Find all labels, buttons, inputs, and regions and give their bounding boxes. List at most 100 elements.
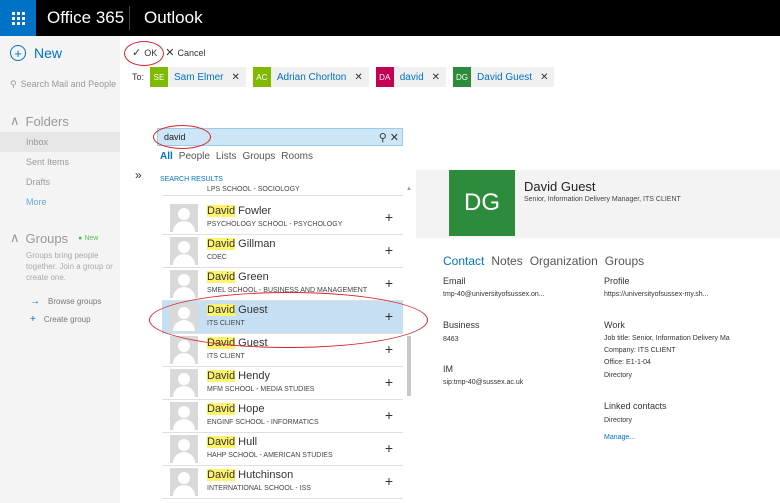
arrow-right-icon: →	[30, 296, 40, 307]
to-label: To:	[132, 72, 145, 82]
email-value[interactable]: tmp-40@universityofsussex.on...	[443, 291, 545, 298]
manage-link[interactable]: Manage...	[604, 434, 635, 441]
left-nav: + New ⚲ Search Mail and People ∧ Folders…	[0, 36, 120, 503]
add-recipient-icon[interactable]: +	[385, 407, 393, 423]
result-subtitle: CDEC	[207, 254, 227, 261]
filter-all[interactable]: All	[160, 151, 173, 162]
tab-groups[interactable]: Groups	[605, 254, 644, 268]
profile-value[interactable]: https://universityofsussex-my.sh...	[604, 291, 709, 298]
result-subtitle: LPS SCHOOL - SOCIOLOGY	[207, 186, 300, 193]
tab-organization[interactable]: Organization	[530, 254, 598, 268]
list-item[interactable]: David Fowler PSYCHOLOGY SCHOOL - PSYCHOL…	[162, 202, 403, 235]
remove-recipient-icon[interactable]: ✕	[231, 72, 239, 83]
result-name: David Hope	[207, 403, 265, 415]
work-office: Office: E1-1-04	[604, 359, 651, 366]
search-placeholder: Search Mail and People	[20, 79, 117, 89]
list-item[interactable]: David Hull HAHP SCHOOL - AMERICAN STUDIE…	[162, 433, 403, 466]
clear-search-icon[interactable]: ✕	[390, 131, 399, 144]
search-icon[interactable]: ⚲	[379, 131, 387, 144]
folders-label: Folders	[25, 113, 69, 129]
chevron-up-icon: ∧	[10, 230, 20, 245]
divider	[129, 6, 130, 30]
annotation-oval	[149, 292, 428, 348]
recipient-initials: DG	[453, 67, 472, 87]
groups-section[interactable]: ∧ Groups ● New	[10, 230, 98, 246]
folders-section[interactable]: ∧ Folders	[10, 113, 69, 129]
im-value: sip:tmp-40@sussex.ac.uk	[443, 379, 524, 386]
result-name: David Green	[207, 271, 269, 283]
list-item[interactable]: David Hutchinson INTERNATIONAL SCHOOL - …	[162, 466, 403, 499]
profile-label: Profile	[604, 276, 630, 286]
app-title[interactable]: Outlook	[144, 8, 203, 28]
scroll-thumb[interactable]	[407, 336, 411, 396]
filter-lists[interactable]: Lists	[216, 151, 237, 162]
recipient-name: Sam Elmer	[174, 71, 224, 83]
work-label: Work	[604, 320, 625, 330]
email-label: Email	[443, 276, 466, 286]
list-item[interactable]: LPS SCHOOL - SOCIOLOGY	[162, 184, 403, 196]
remove-recipient-icon[interactable]: ✕	[354, 72, 362, 83]
recipient-chip[interactable]: SE Sam Elmer ✕	[150, 67, 246, 87]
folder-inbox[interactable]: Inbox	[0, 132, 120, 152]
chevron-up-icon: ∧	[10, 113, 20, 128]
business-label: Business	[443, 320, 480, 330]
add-recipient-icon[interactable]: +	[385, 341, 393, 357]
list-item[interactable]: David Hendy MFM SCHOOL - MEDIA STUDIES +	[162, 367, 403, 400]
collapse-panel-icon[interactable]: »	[135, 168, 142, 182]
avatar	[170, 402, 198, 430]
add-recipient-icon[interactable]: +	[385, 473, 393, 489]
recipient-chip[interactable]: DG David Guest ✕	[453, 67, 555, 87]
create-group-link[interactable]: + Create group	[30, 314, 91, 325]
search-filters: All People Lists Groups Rooms	[160, 151, 313, 162]
contact-tabs: Contact Notes Organization Groups	[443, 254, 644, 268]
add-recipient-icon[interactable]: +	[385, 374, 393, 390]
result-name: David Hendy	[207, 370, 270, 382]
add-recipient-icon[interactable]: +	[385, 440, 393, 456]
recipient-initials: DA	[375, 67, 394, 87]
folders-more-link[interactable]: More	[0, 192, 120, 212]
filter-rooms[interactable]: Rooms	[281, 151, 313, 162]
scroll-up-icon[interactable]: ▲	[406, 186, 412, 192]
top-bar: Office 365 Outlook	[0, 0, 780, 36]
result-name: David Hutchinson	[207, 469, 294, 481]
result-subtitle: PSYCHOLOGY SCHOOL - PSYCHOLOGY	[207, 221, 343, 228]
result-subtitle: ITS CLIENT	[207, 353, 245, 360]
app-launcher-icon[interactable]	[0, 0, 36, 36]
groups-description: Groups bring people together. Join a gro…	[26, 251, 113, 282]
recipient-initials: AC	[252, 67, 271, 87]
recipient-name: David Guest	[477, 71, 533, 83]
new-button[interactable]: + New	[10, 45, 62, 61]
business-value: 8463	[443, 336, 459, 343]
folder-sent-items[interactable]: Sent Items	[0, 152, 120, 172]
result-subtitle: HAHP SCHOOL - AMERICAN STUDIES	[207, 452, 333, 459]
recipient-chip[interactable]: AC Adrian Chorlton ✕	[252, 67, 369, 87]
folder-drafts[interactable]: Drafts	[0, 172, 120, 192]
add-recipient-icon[interactable]: +	[385, 209, 393, 225]
filter-groups[interactable]: Groups	[242, 151, 275, 162]
search-icon: ⚲	[10, 78, 17, 89]
contact-name: David Guest	[524, 179, 596, 194]
linked-contacts-label: Linked contacts	[604, 401, 667, 411]
search-mail-input[interactable]: ⚲ Search Mail and People	[10, 74, 118, 94]
work-directory: Directory	[604, 372, 633, 379]
add-recipient-icon[interactable]: +	[385, 275, 393, 291]
tab-contact[interactable]: Contact	[443, 254, 484, 268]
browse-groups-link[interactable]: → Browse groups	[30, 296, 101, 307]
remove-recipient-icon[interactable]: ✕	[432, 72, 440, 83]
cancel-button[interactable]: ✕ Cancel	[165, 46, 205, 59]
tab-notes[interactable]: Notes	[491, 254, 522, 268]
avatar	[170, 270, 198, 298]
to-field[interactable]: To: SE Sam Elmer ✕ AC Adrian Chorlton ✕ …	[132, 67, 561, 87]
list-item[interactable]: David Hope ENGINF SCHOOL - INFORMATICS +	[162, 400, 403, 433]
add-recipient-icon[interactable]: +	[385, 242, 393, 258]
results-scrollbar[interactable]: ▲	[406, 186, 412, 503]
result-name: David Hull	[207, 436, 258, 448]
filter-people[interactable]: People	[179, 151, 210, 162]
list-item[interactable]: David Gillman CDEC +	[162, 235, 403, 268]
result-subtitle: MFM SCHOOL - MEDIA STUDIES	[207, 386, 315, 393]
recipient-chip[interactable]: DA david ✕	[375, 67, 447, 87]
remove-recipient-icon[interactable]: ✕	[540, 72, 548, 83]
brand-title[interactable]: Office 365	[47, 8, 124, 28]
annotation-oval	[124, 41, 164, 66]
result-subtitle: INTERNATIONAL SCHOOL - ISS	[207, 485, 311, 492]
